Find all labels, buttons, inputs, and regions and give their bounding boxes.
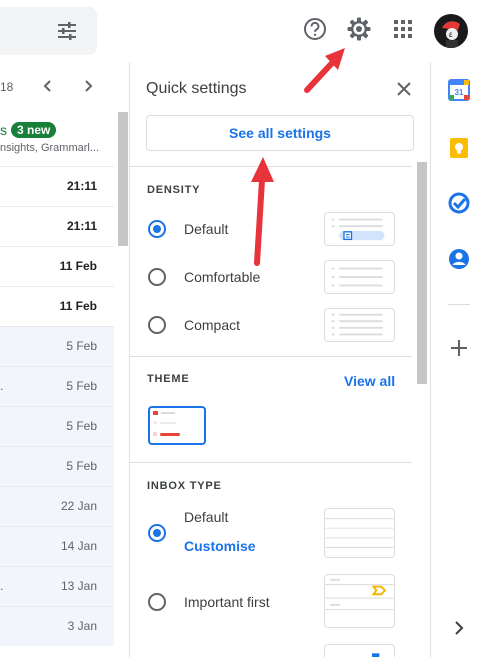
email-date: 3 Jan: [67, 619, 97, 633]
email-date: 21:11: [66, 179, 97, 193]
email-row[interactable]: 11 Feb: [0, 286, 114, 326]
tasks-icon[interactable]: [448, 192, 470, 214]
email-date: 5 Feb: [66, 379, 97, 393]
keep-icon[interactable]: [448, 137, 470, 159]
side-panel: 31: [430, 62, 484, 657]
email-row[interactable]: 5 Feb: [0, 406, 114, 446]
theme-heading: THEME: [147, 373, 190, 385]
chevron-right-icon[interactable]: [448, 617, 470, 639]
email-row[interactable]: 21:11: [0, 166, 114, 206]
density-option-label[interactable]: Comfortable: [184, 269, 260, 285]
inbox-important-first-radio[interactable]: [148, 593, 166, 611]
density-option-label[interactable]: Compact: [184, 317, 240, 333]
inbox-option-label[interactable]: Important first: [184, 594, 270, 610]
contacts-icon[interactable]: [448, 248, 470, 270]
divider: [130, 356, 412, 357]
email-row[interactable]: 21:11: [0, 206, 114, 246]
density-default-radio[interactable]: [148, 220, 166, 238]
chevron-left-icon[interactable]: [38, 76, 58, 96]
side-panel-divider: [448, 304, 470, 305]
density-option-label[interactable]: Default: [184, 221, 228, 237]
email-date: 14 Jan: [60, 539, 97, 553]
new-count-badge: 3 new: [11, 122, 57, 138]
top-bar: ε: [0, 0, 484, 62]
email-date: 21:11: [66, 219, 97, 233]
email-row[interactable]: 5 Feb: [0, 446, 114, 486]
inbox-default-radio[interactable]: [148, 524, 166, 542]
promotions-senders: nsights, Grammarl...: [0, 142, 100, 154]
apps-grid-icon[interactable]: [390, 16, 416, 42]
email-date: 11 Feb: [59, 259, 97, 273]
email-date: 5 Feb: [66, 339, 97, 353]
list-scrollbar[interactable]: [118, 112, 128, 246]
email-row[interactable]: 3 Jan: [0, 606, 114, 646]
svg-text:ε: ε: [449, 30, 453, 39]
email-date: 11 Feb: [59, 299, 97, 313]
see-all-settings-button[interactable]: See all settings: [146, 115, 414, 151]
theme-preview-thumbnail[interactable]: [148, 406, 206, 445]
email-row[interactable]: 5 Feb: [0, 326, 114, 366]
divider: [130, 166, 412, 167]
divider: [130, 462, 412, 463]
close-icon[interactable]: [394, 79, 414, 99]
pagination-count: 18: [0, 80, 14, 94]
email-snippet: .: [0, 579, 4, 593]
density-compact-preview: [324, 308, 395, 342]
email-date: 5 Feb: [66, 459, 97, 473]
list-toolbar: 18: [0, 62, 128, 110]
inbox-option-label[interactable]: Default: [184, 509, 228, 525]
calendar-day: 31: [455, 88, 464, 97]
density-heading: DENSITY: [147, 184, 201, 196]
email-row[interactable]: . 5 Feb: [0, 366, 114, 406]
email-row[interactable]: 11 Feb: [0, 246, 114, 286]
inbox-important-first-preview: [324, 574, 395, 628]
panel-title: Quick settings: [146, 80, 247, 97]
density-compact-radio[interactable]: [148, 316, 166, 334]
quick-settings-panel: Quick settings See all settings DENSITY …: [129, 62, 429, 657]
email-date: 22 Jan: [60, 499, 97, 513]
add-icon[interactable]: [448, 337, 470, 359]
email-date: 5 Feb: [66, 419, 97, 433]
avatar[interactable]: ε: [434, 14, 468, 48]
view-all-themes-link[interactable]: View all: [344, 373, 395, 389]
email-row[interactable]: 14 Jan: [0, 526, 114, 566]
density-comfortable-radio[interactable]: [148, 268, 166, 286]
chevron-right-icon[interactable]: [78, 76, 98, 96]
help-icon[interactable]: [302, 16, 328, 42]
tune-icon[interactable]: [56, 21, 78, 41]
promotions-title: s: [0, 122, 7, 138]
gear-icon[interactable]: [346, 16, 372, 42]
inbox-default-preview: [324, 508, 395, 558]
inbox-next-preview: [324, 644, 395, 657]
promotions-row[interactable]: s 3 new nsights, Grammarl...: [0, 110, 118, 166]
inbox-type-heading: INBOX TYPE: [147, 480, 222, 492]
email-row[interactable]: . 13 Jan: [0, 566, 114, 606]
customise-link[interactable]: Customise: [184, 538, 256, 554]
email-row[interactable]: 22 Jan: [0, 486, 114, 526]
density-default-preview: [324, 212, 395, 246]
calendar-icon[interactable]: 31: [448, 79, 470, 101]
email-snippet: .: [0, 379, 4, 393]
density-comfortable-preview: [324, 260, 395, 294]
search-bar[interactable]: [0, 7, 97, 55]
panel-scrollbar[interactable]: [417, 162, 427, 384]
email-date: 13 Jan: [60, 579, 97, 593]
